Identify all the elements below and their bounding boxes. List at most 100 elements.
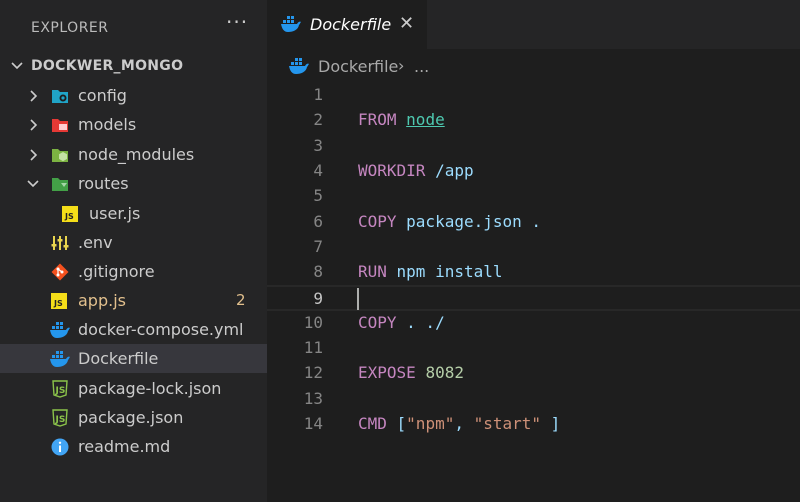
code-line[interactable]: 13 bbox=[267, 387, 800, 412]
code-token: . ./ bbox=[396, 312, 445, 332]
code-line[interactable]: 14 CMD ["npm", "start" ] bbox=[267, 412, 800, 437]
code-token: COPY bbox=[358, 312, 397, 332]
code-token: WORKDIR bbox=[358, 160, 426, 180]
json-file-icon: JS bbox=[51, 409, 69, 427]
tab-dockerfile[interactable]: Dockerfile ✕ bbox=[267, 0, 427, 49]
code-text: RUN npm install bbox=[358, 262, 503, 281]
docker-file-icon bbox=[288, 57, 310, 75]
tree-item-readme[interactable]: readme.md bbox=[0, 432, 267, 461]
code-line[interactable]: 12 EXPOSE 8082 bbox=[267, 361, 800, 386]
tree-item-label: .env bbox=[78, 233, 113, 252]
code-line[interactable]: 10 COPY . ./ bbox=[267, 311, 800, 336]
code-token: EXPOSE bbox=[358, 363, 416, 383]
folder-node-icon bbox=[51, 146, 69, 164]
code-token: npm install bbox=[386, 262, 503, 282]
json-file-icon: JS bbox=[51, 380, 69, 398]
root-folder-label: DOCKWER_MONGO bbox=[31, 58, 184, 74]
text-cursor bbox=[357, 288, 359, 311]
code-line[interactable]: 6 COPY package.json . bbox=[267, 210, 800, 235]
tree-item-label: Dockerfile bbox=[78, 349, 159, 368]
env-file-icon bbox=[51, 234, 69, 252]
code-text: COPY . ./ bbox=[358, 313, 445, 332]
line-number: 9 bbox=[313, 289, 323, 309]
line-number: 4 bbox=[313, 160, 323, 180]
tree-item-label: models bbox=[78, 115, 137, 134]
line-number: 10 bbox=[303, 312, 323, 332]
code-text: EXPOSE 8082 bbox=[358, 363, 464, 382]
tree-item-env[interactable]: .env bbox=[0, 228, 267, 257]
tree-item-docker-compose[interactable]: docker-compose.yml bbox=[0, 315, 267, 344]
code-line[interactable]: 9 bbox=[267, 285, 800, 311]
code-line[interactable]: 1 bbox=[267, 83, 800, 108]
code-text: CMD ["npm", "start" ] bbox=[358, 414, 560, 433]
tree-item-label: routes bbox=[78, 174, 129, 193]
code-line[interactable]: 2 FROM node bbox=[267, 108, 800, 133]
tree-item-user-js[interactable]: JS user.js bbox=[0, 199, 267, 228]
line-number: 7 bbox=[313, 236, 323, 256]
tree-root-folder[interactable]: DOCKWER_MONGO bbox=[0, 51, 267, 80]
code-editor[interactable]: 1 2 FROM node 3 4 WORKDIR /app 5 6 COPY package.… bbox=[267, 83, 800, 502]
tree-item-routes[interactable]: routes bbox=[0, 169, 267, 198]
tree-item-label: user.js bbox=[89, 204, 141, 223]
tree-item-app-js[interactable]: JS app.js 2 bbox=[0, 286, 267, 315]
code-token: , bbox=[454, 413, 474, 433]
explorer-header: EXPLORER ··· bbox=[0, 0, 267, 56]
code-token: [ bbox=[386, 413, 407, 433]
line-number: 1 bbox=[313, 85, 323, 104]
line-number: 3 bbox=[313, 135, 323, 155]
tree-item-config[interactable]: config bbox=[0, 81, 267, 110]
js-file-icon: JS bbox=[62, 206, 78, 222]
code-text: FROM node bbox=[358, 110, 445, 129]
svg-text:JS: JS bbox=[64, 212, 74, 221]
tree-item-label: .gitignore bbox=[78, 262, 155, 281]
chevron-right-icon bbox=[27, 118, 41, 132]
code-token: RUN bbox=[358, 262, 387, 282]
code-token: CMD bbox=[358, 413, 387, 433]
folder-models-icon bbox=[51, 116, 69, 134]
code-line[interactable]: 4 WORKDIR /app bbox=[267, 159, 800, 184]
code-token: ] bbox=[541, 413, 561, 433]
tree-item-label: package.json bbox=[78, 408, 184, 427]
more-actions-button[interactable]: ··· bbox=[226, 12, 248, 32]
code-line[interactable]: 11 bbox=[267, 336, 800, 361]
close-icon[interactable]: ✕ bbox=[399, 13, 414, 34]
tab-label: Dockerfile bbox=[310, 15, 392, 34]
chevron-down-icon bbox=[26, 177, 40, 191]
code-token: /app bbox=[425, 160, 474, 180]
tree-item-models[interactable]: models bbox=[0, 110, 267, 139]
tree-item-package-lock[interactable]: JS package-lock.json bbox=[0, 374, 267, 403]
tree-item-label: package-lock.json bbox=[78, 379, 222, 398]
breadcrumb-file[interactable]: Dockerfile bbox=[318, 57, 398, 76]
code-line[interactable]: 8 RUN npm install bbox=[267, 260, 800, 285]
svg-text:JS: JS bbox=[55, 415, 66, 425]
tree-item-package-json[interactable]: JS package.json bbox=[0, 403, 267, 432]
code-text: COPY package.json . bbox=[358, 212, 541, 231]
code-line[interactable]: 7 bbox=[267, 235, 800, 260]
breadcrumb-symbols[interactable]: ... bbox=[414, 57, 429, 76]
code-token: 8082 bbox=[425, 363, 464, 383]
code-text: WORKDIR /app bbox=[358, 161, 474, 180]
explorer-title: EXPLORER bbox=[31, 20, 109, 36]
code-token: "start" bbox=[473, 413, 542, 433]
code-token: COPY bbox=[358, 211, 397, 231]
svg-text:JS: JS bbox=[55, 386, 66, 396]
code-line[interactable]: 3 bbox=[267, 134, 800, 159]
line-number: 11 bbox=[303, 338, 323, 357]
docker-file-icon bbox=[49, 350, 71, 368]
line-number: 13 bbox=[303, 388, 323, 408]
chevron-right-icon: › bbox=[398, 56, 405, 75]
info-file-icon bbox=[51, 438, 69, 456]
code-token: FROM bbox=[358, 110, 397, 130]
tree-item-dockerfile[interactable]: Dockerfile bbox=[0, 344, 267, 373]
code-token: "npm" bbox=[406, 413, 455, 433]
explorer-sidebar: EXPLORER ··· DOCKWER_MONGO config models bbox=[0, 0, 267, 502]
folder-config-icon bbox=[51, 87, 69, 105]
js-file-icon: JS bbox=[51, 293, 67, 309]
code-line[interactable]: 5 bbox=[267, 184, 800, 209]
tree-item-gitignore[interactable]: .gitignore bbox=[0, 257, 267, 286]
tree-item-node-modules[interactable]: node_modules bbox=[0, 140, 267, 169]
chevron-right-icon bbox=[27, 148, 41, 162]
code-token: node bbox=[406, 110, 445, 130]
